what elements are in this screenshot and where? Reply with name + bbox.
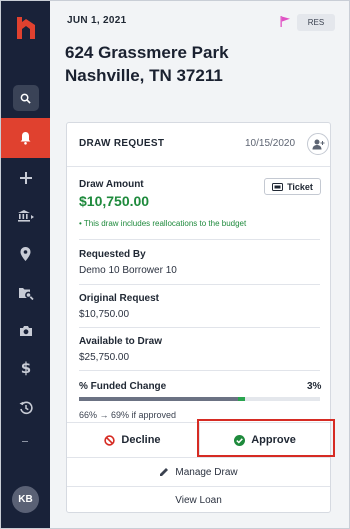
search-icon [20,93,31,104]
sidebar-item-add[interactable] [1,161,50,195]
ticket-icon [272,182,284,191]
ticket-button[interactable]: Ticket [264,178,321,195]
original-request-value: $10,750.00 [79,309,130,320]
reallocation-text: This draw includes reallocations to the … [83,219,247,228]
action-row: Decline Approve [67,422,330,458]
sidebar-item-search[interactable] [1,81,50,115]
card-header: DRAW REQUEST 10/15/2020 [67,123,330,167]
funded-progress-bar [79,397,320,401]
assign-user-button[interactable] [307,133,329,155]
plus-icon [19,172,32,184]
draw-amount-label: Draw Amount [79,179,144,190]
ticket-label: Ticket [287,181,313,192]
manage-draw-button[interactable]: Manage Draw [67,458,330,487]
svg-text:$: $ [21,360,31,376]
address-line-2: Nashville, TN 37211 [65,66,223,85]
reallocation-note: • This draw includes reallocations to th… [79,219,246,228]
draw-amount: $10,750.00 [79,193,150,209]
approve-label: Approve [251,434,296,446]
sidebar-item-documents[interactable] [1,276,50,310]
decline-label: Decline [121,434,161,446]
sidebar-item-history[interactable] [1,391,50,425]
funded-change-note: 66% → 69% if approved [79,410,177,420]
available-label: Available to Draw [79,336,162,347]
sidebar: $ KB [1,1,50,528]
funded-progress-base [79,397,239,401]
folder-search-icon [18,288,34,300]
flag-icon[interactable] [280,16,291,27]
history-icon [19,401,33,415]
status-badge: RES [297,14,335,31]
divider [79,370,320,371]
avatar[interactable]: KB [12,486,39,513]
funded-progress-change [238,397,246,401]
divider [79,327,320,328]
header-date: JUN 1, 2021 [67,15,127,26]
view-loan-label: View Loan [175,494,222,506]
decline-button[interactable]: Decline [67,423,198,457]
sidebar-item-transfers[interactable] [1,198,50,232]
card-title: DRAW REQUEST [79,138,165,149]
available-value: $25,750.00 [79,352,130,363]
card-date: 10/15/2020 [245,138,296,149]
draw-request-card: DRAW REQUEST 10/15/2020 Draw Amount Tick… [66,122,331,513]
check-circle-icon [234,434,246,446]
address-line-1: 624 Grassmere Park [65,43,229,62]
bell-icon [20,132,31,145]
page-title: 624 Grassmere Park Nashville, TN 37211 [65,41,229,87]
bank-transfer-icon [17,209,34,222]
requested-by-label: Requested By [79,249,146,260]
brand-logo-icon[interactable] [1,13,50,43]
camera-icon [19,326,32,336]
sidebar-item-photos[interactable] [1,314,50,348]
original-request-label: Original Request [79,293,160,304]
sidebar-divider [22,441,28,442]
dollar-icon: $ [21,360,31,376]
sidebar-item-locations[interactable] [1,237,50,271]
funded-change-label: % Funded Change [79,381,167,392]
funded-change-percent: 3% [307,381,322,392]
requested-by-value: Demo 10 Borrower 10 [79,265,177,276]
main-panel: JUN 1, 2021 RES 624 Grassmere Park Nashv… [50,1,349,528]
sidebar-item-finance[interactable]: $ [1,351,50,385]
divider [79,239,320,240]
approve-button[interactable]: Approve [199,423,330,457]
bullet-icon: • [79,219,82,228]
pencil-icon [160,468,169,476]
manage-draw-label: Manage Draw [175,466,238,478]
add-user-icon [312,139,324,149]
sidebar-item-notifications[interactable] [1,118,50,158]
decline-icon [104,434,116,446]
map-pin-icon [20,247,31,261]
divider [79,284,320,285]
view-loan-button[interactable]: View Loan [67,487,330,513]
